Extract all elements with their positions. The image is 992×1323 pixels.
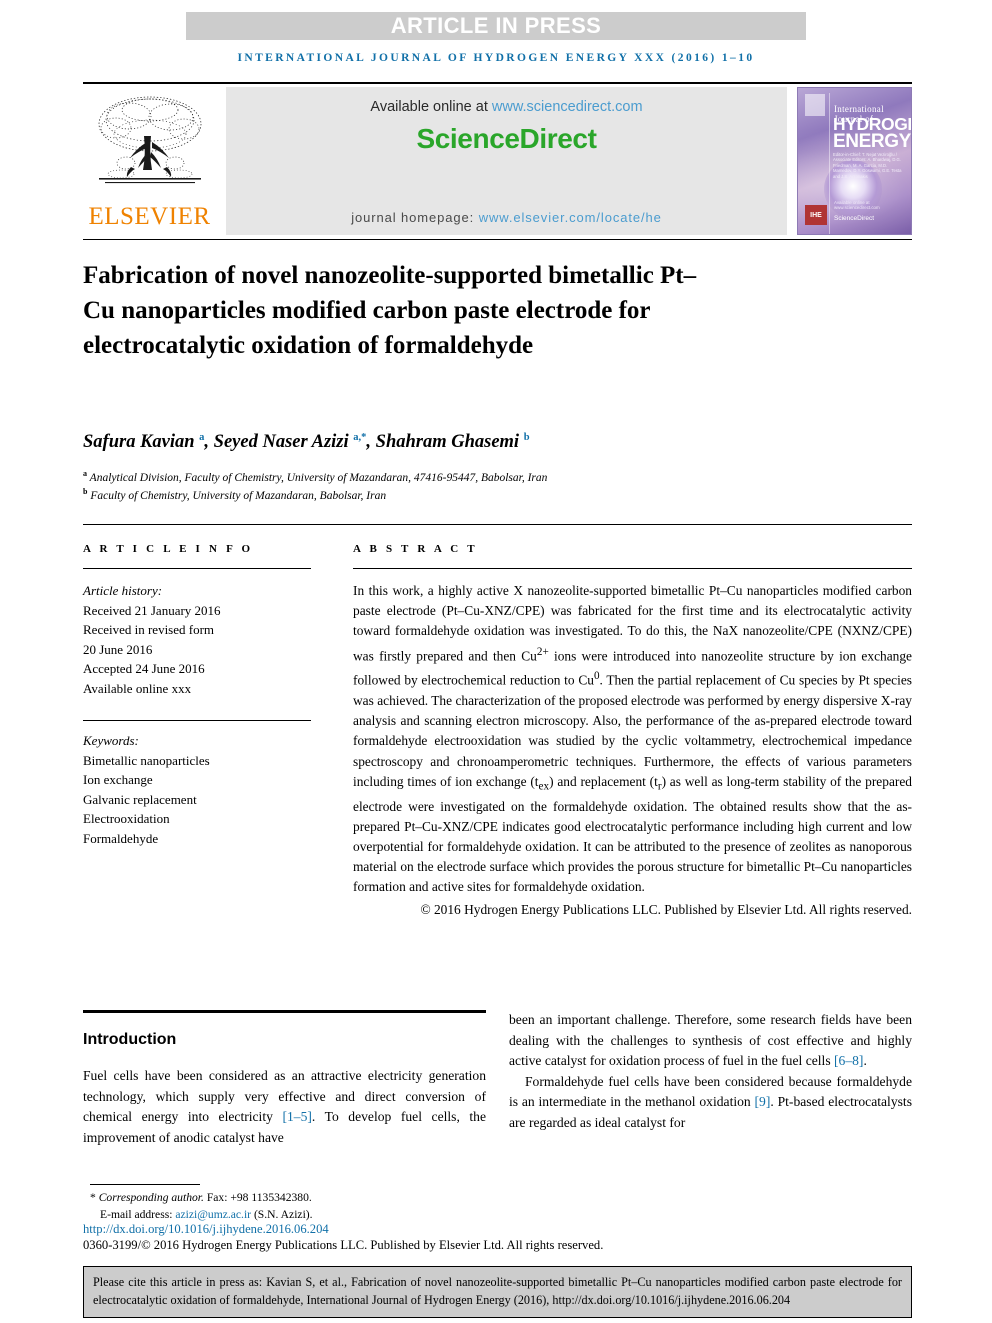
running-head: INTERNATIONAL JOURNAL OF HYDROGEN ENERGY…: [237, 52, 755, 64]
journal-homepage-line: journal homepage: www.elsevier.com/locat…: [226, 210, 787, 225]
history-item: Accepted 24 June 2016: [83, 661, 205, 676]
affiliation-b: b Faculty of Chemistry, University of Ma…: [83, 487, 783, 502]
article-history-block: Article history: Received 21 January 201…: [83, 581, 311, 698]
introduction-paragraph-right-1: been an important challenge. Therefore, …: [509, 1012, 912, 1069]
cover-ihe-badge: IHE: [805, 205, 827, 225]
introduction-left-column: Introduction Fuel cells have been consid…: [83, 1010, 486, 1148]
history-item: 20 June 2016: [83, 641, 153, 657]
cover-line-energy: ENERGY: [833, 131, 911, 152]
please-cite-box: Please cite this article in press as: Ka…: [83, 1266, 912, 1318]
introduction-right-column: been an important challenge. Therefore, …: [509, 1010, 912, 1134]
email-link[interactable]: azizi@umz.ac.ir: [175, 1208, 251, 1221]
keywords-heading: Keywords:: [83, 733, 139, 748]
abstract-text: In this work, a highly active X nanozeol…: [353, 583, 912, 895]
keyword-item: Electrooxidation: [83, 811, 170, 826]
article-info-column: A R T I C L E I N F O Article history: R…: [83, 543, 311, 848]
info-section-rule-top: [83, 524, 912, 525]
affiliation-b-text: Faculty of Chemistry, University of Maza…: [90, 489, 387, 502]
keyword-item: Galvanic replacement: [83, 791, 197, 807]
introduction-paragraph-right-2: Formaldehyde fuel cells have been consid…: [509, 1073, 912, 1130]
journal-homepage-link[interactable]: www.elsevier.com/locate/he: [479, 210, 662, 225]
keywords-list: Keywords: Bimetallic nanoparticles Ion e…: [83, 731, 311, 848]
keywords-block: Keywords: Bimetallic nanoparticles Ion e…: [83, 720, 311, 848]
history-item: Received 21 January 2016: [83, 602, 221, 618]
email-label: E-mail address:: [100, 1207, 176, 1221]
introduction-rule: [83, 1010, 486, 1013]
journal-homepage-prefix: journal homepage:: [351, 210, 479, 225]
elsevier-tree-icon: [98, 96, 201, 184]
email-line: E-mail address: azizi@umz.ac.ir (S.N. Az…: [90, 1207, 510, 1224]
keywords-rule: [83, 720, 311, 721]
available-online-line: Available online at www.sciencedirect.co…: [226, 99, 787, 115]
issn-copyright-line: 0360-3199/© 2016 Hydrogen Energy Publica…: [83, 1238, 604, 1252]
cover-editors-text: Editor-in-Chief: T. Nejat Veziroğlu / As…: [833, 152, 902, 179]
keyword-item: Bimetallic nanoparticles: [83, 752, 210, 768]
affiliation-a-marker: a: [83, 469, 87, 478]
elsevier-logo-block: ELSEVIER: [83, 87, 216, 235]
available-online-prefix: Available online at: [370, 99, 492, 115]
history-item: Available online xxx: [83, 680, 192, 696]
sciencedirect-url-link[interactable]: www.sciencedirect.com: [492, 99, 643, 115]
article-in-press-label: ARTICLE IN PRESS: [390, 13, 602, 38]
article-in-press-banner: ARTICLE IN PRESS: [186, 12, 806, 40]
cover-sciencedirect-sub: Available online at www.sciencedirect.co…: [834, 200, 880, 210]
history-item: Received in revised form: [83, 622, 215, 637]
article-info-rule: [83, 568, 311, 569]
article-title: Fabrication of novel nanozeolite-support…: [83, 262, 697, 359]
author-list: Safura Kavian a, Seyed Naser Azizi a,*, …: [83, 432, 530, 453]
abstract-rule: [353, 568, 912, 569]
abstract-column: A B S T R A C T In this work, a highly a…: [353, 543, 912, 920]
masthead-rule-bottom: [83, 239, 912, 240]
cover-sciencedirect-label: ScienceDirect: [834, 215, 875, 222]
cover-elsevier-logo-icon: [805, 94, 825, 116]
elsevier-wordmark: ELSEVIER: [88, 203, 211, 230]
corresponding-author-line: * Corresponding author. Fax: +98 1135342…: [90, 1191, 312, 1204]
introduction-paragraph-left: Fuel cells have been considered as an at…: [83, 1068, 486, 1145]
keyword-item: Ion exchange: [83, 772, 153, 787]
article-history-heading: Article history:: [83, 583, 163, 598]
header-rule-top: [83, 82, 912, 84]
affiliation-b-marker: b: [83, 487, 88, 496]
introduction-heading: Introduction: [83, 1031, 177, 1048]
doi-link[interactable]: http://dx.doi.org/10.1016/j.ijhydene.201…: [83, 1222, 329, 1237]
journal-cover-thumbnail[interactable]: International Journal of HYDROGEN ENERGY…: [797, 87, 912, 235]
keyword-item: Formaldehyde: [83, 830, 159, 846]
affiliation-a-text: Analytical Division, Faculty of Chemistr…: [89, 471, 548, 484]
abstract-copyright: © 2016 Hydrogen Energy Publications LLC.…: [420, 901, 912, 917]
affiliation-a: a Analytical Division, Faculty of Chemis…: [83, 469, 783, 484]
cover-divider-line: [829, 93, 830, 234]
email-owner: (S.N. Azizi).: [251, 1207, 313, 1221]
journal-first-page: ARTICLE IN PRESS INTERNATIONAL JOURNAL O…: [0, 0, 992, 1323]
sciencedirect-banner: Available online at www.sciencedirect.co…: [226, 87, 787, 235]
abstract-heading: A B S T R A C T: [353, 543, 478, 555]
sciencedirect-logo[interactable]: ScienceDirect: [226, 123, 787, 155]
masthead: ELSEVIER Available online at www.science…: [83, 87, 912, 235]
corresponding-author-footnote: * Corresponding author. Fax: +98 1135342…: [90, 1190, 510, 1223]
article-info-heading: A R T I C L E I N F O: [83, 543, 254, 555]
footnote-rule: [90, 1184, 200, 1185]
